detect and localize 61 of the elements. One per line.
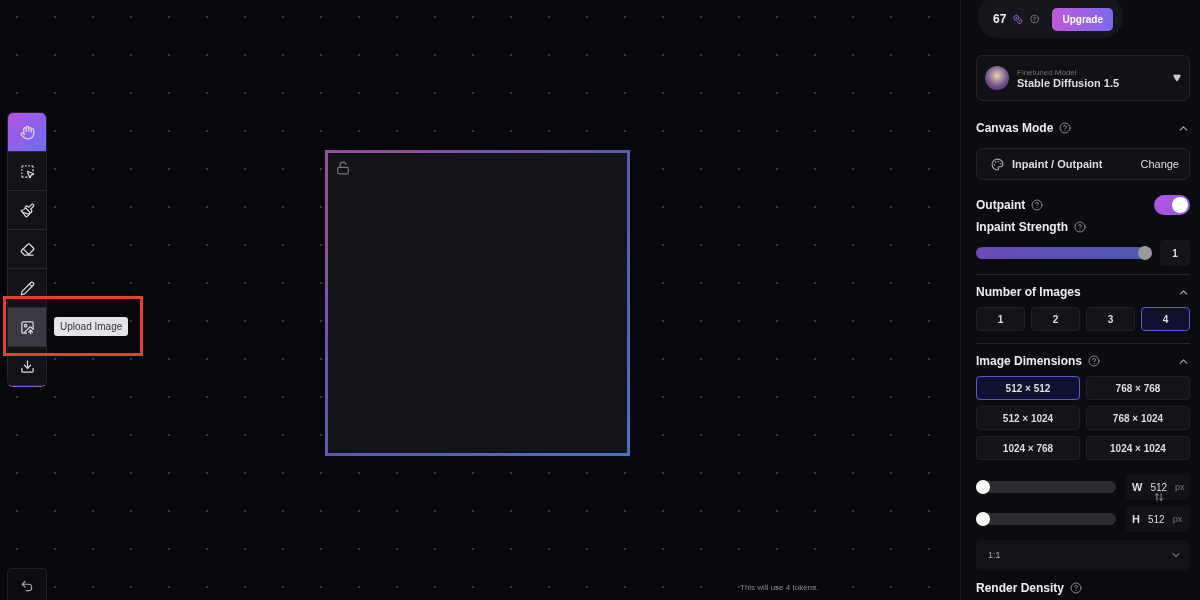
section-title: Render Density	[976, 581, 1065, 595]
selection-icon	[19, 163, 35, 179]
help-icon[interactable]	[1030, 13, 1040, 25]
tool-button[interactable]	[8, 152, 46, 191]
dimension-option[interactable]: 512 × 1024	[976, 406, 1080, 430]
help-icon[interactable]	[1031, 199, 1044, 211]
token-count: 67	[993, 12, 1007, 26]
dimension-option[interactable]: 768 × 768	[1086, 376, 1190, 400]
hand-icon	[19, 124, 35, 140]
model-name: Stable Diffusion 1.5	[1017, 76, 1121, 89]
tool-button[interactable]	[8, 230, 46, 269]
strength-slider[interactable]	[976, 247, 1150, 259]
dimension-field[interactable]: W 512 px	[1126, 474, 1190, 500]
strength-label: Inpaint Strength	[976, 220, 1068, 234]
tool-button[interactable]	[8, 191, 46, 230]
dimension-option[interactable]: 1024 × 768	[976, 436, 1080, 460]
undo-icon	[20, 579, 34, 593]
section-title: Image Dimensions	[976, 354, 1083, 368]
tool-button[interactable]	[8, 308, 46, 347]
swap-icon[interactable]	[1154, 492, 1164, 502]
undo-button[interactable]	[7, 568, 47, 600]
unlock-icon[interactable]	[336, 161, 350, 175]
section-title: Canvas Mode	[976, 121, 1054, 135]
model-dropdown[interactable]: Finetuned Model Stable Diffusion 1.5	[976, 55, 1190, 101]
dimension-option[interactable]: 768 × 1024	[1086, 406, 1190, 430]
pencil-icon	[19, 280, 35, 296]
tool-button[interactable]	[8, 269, 46, 308]
count-option[interactable]: 3	[1086, 307, 1135, 331]
help-icon[interactable]	[1059, 122, 1072, 134]
dimension-slider[interactable]	[976, 481, 1116, 493]
strength-value: 1	[1160, 240, 1190, 266]
upgrade-button[interactable]: Upgrade	[1052, 7, 1113, 31]
dimension-field[interactable]: H 512 px	[1126, 506, 1190, 532]
section-title: Number of Images	[976, 285, 1081, 299]
dimension-option[interactable]: 1024 × 1024	[1086, 436, 1190, 460]
tool-button[interactable]	[8, 347, 46, 386]
coins-icon	[1013, 12, 1024, 26]
caret-icon	[1173, 74, 1181, 82]
count-option[interactable]: 2	[1031, 307, 1080, 331]
model-caption: Finetuned Model	[1017, 67, 1078, 77]
help-icon[interactable]	[1074, 221, 1086, 233]
download-icon	[19, 358, 35, 374]
help-icon[interactable]	[1070, 582, 1083, 594]
dimension-slider[interactable]	[976, 513, 1116, 525]
count-option[interactable]: 4	[1141, 307, 1190, 331]
tool-button[interactable]	[8, 113, 46, 152]
brush-icon	[19, 202, 35, 218]
count-option[interactable]: 1	[976, 307, 1025, 331]
image-upload-icon	[19, 319, 35, 335]
palette-icon	[991, 157, 1004, 171]
change-link[interactable]: Change	[1140, 158, 1179, 170]
tooltip: Upload Image	[54, 317, 129, 336]
outpaint-toggle[interactable]	[1154, 195, 1190, 215]
token-note: This will use 4 tokens.	[740, 583, 819, 592]
dimension-option[interactable]: 512 × 512	[976, 376, 1080, 400]
avatar-icon	[985, 66, 1009, 90]
outpaint-label: Outpaint	[976, 198, 1026, 212]
help-icon[interactable]	[1088, 355, 1101, 367]
mode-name: Inpaint / Outpaint	[1012, 158, 1104, 170]
aspect-dropdown[interactable]: 1:1	[976, 540, 1190, 570]
eraser-icon	[19, 241, 35, 257]
